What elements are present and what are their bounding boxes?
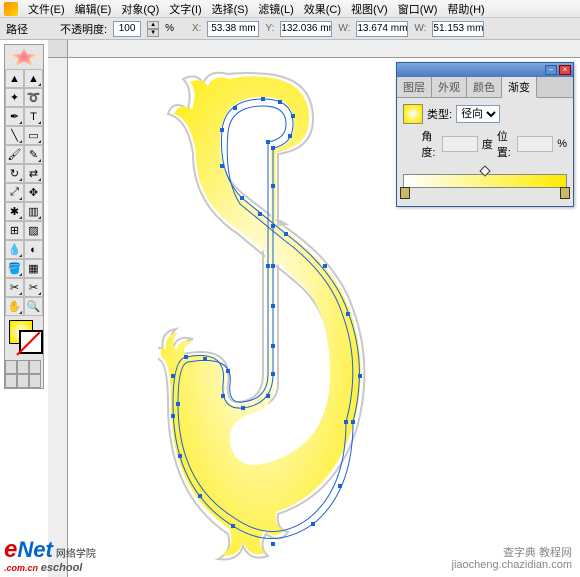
gradient-stop-right[interactable] <box>560 187 570 199</box>
stroke-swatch[interactable] <box>19 330 43 354</box>
toolbox: ▲▲ ✦➰ ✒T ╲▭ 🖌✎ ↻⇄ ⤢✥ ✱▥ ⊞▨ 💧◐ 🪣▦ ✂✂ ✋🔍 <box>4 44 44 389</box>
menu-help[interactable]: 帮助(H) <box>443 1 488 17</box>
gradient-panel[interactable]: – × 图层 外观 颜色 渐变 类型: 径向 角度: 度 位置: % <box>396 62 574 207</box>
color-mode-row <box>5 360 43 374</box>
gradient-angle-label: 角度: <box>421 128 437 160</box>
gradient-tool[interactable]: ▨ <box>24 221 43 240</box>
gradient-angle-unit: 度 <box>482 136 493 152</box>
y-label: Y: <box>265 23 274 34</box>
rectangle-tool[interactable]: ▭ <box>24 126 43 145</box>
h-input[interactable] <box>432 21 484 37</box>
color-mode-gradient[interactable] <box>17 360 29 374</box>
gradient-ramp-area <box>397 170 573 206</box>
hand-tool[interactable]: ✋ <box>5 297 24 316</box>
eyedropper-tool[interactable]: 💧 <box>5 240 24 259</box>
selection-tool[interactable]: ▲ <box>5 69 24 88</box>
gradient-location-label: 位置: <box>497 128 513 160</box>
ruler-corner <box>48 40 68 58</box>
panel-body: 类型: 径向 角度: 度 位置: % <box>397 98 573 170</box>
live-paint-select-tool[interactable]: ▦ <box>24 259 43 278</box>
ruler-horizontal[interactable] <box>68 40 580 58</box>
menu-effect[interactable]: 效果(C) <box>300 1 345 17</box>
menu-filter[interactable]: 滤镜(L) <box>254 1 297 17</box>
menu-view[interactable]: 视图(V) <box>347 1 392 17</box>
w-label: W: <box>338 23 350 34</box>
slice-tool[interactable]: ✂ <box>5 278 24 297</box>
panel-tabs: 图层 外观 颜色 渐变 <box>397 77 573 98</box>
tab-layers[interactable]: 图层 <box>397 77 432 97</box>
menu-window[interactable]: 窗口(W) <box>394 1 442 17</box>
w-input[interactable] <box>356 21 408 37</box>
tab-appearance[interactable]: 外观 <box>432 77 467 97</box>
gradient-type-select[interactable]: 径向 <box>456 105 500 123</box>
screen-mode-full-menu[interactable] <box>17 374 29 388</box>
opacity-input[interactable] <box>113 21 141 37</box>
y-input[interactable] <box>280 21 332 37</box>
graph-tool[interactable]: ▥ <box>24 202 43 221</box>
ruler-vertical[interactable] <box>48 58 68 577</box>
color-mode-none[interactable] <box>29 360 41 374</box>
scissors-tool[interactable]: ✂ <box>24 278 43 297</box>
zoom-tool[interactable]: 🔍 <box>24 297 43 316</box>
menu-object[interactable]: 对象(Q) <box>117 1 163 17</box>
mesh-tool[interactable]: ⊞ <box>5 221 24 240</box>
rotate-tool[interactable]: ↻ <box>5 164 24 183</box>
menu-select[interactable]: 选择(S) <box>208 1 253 17</box>
tab-gradient[interactable]: 渐变 <box>502 77 537 98</box>
free-transform-tool[interactable]: ✥ <box>24 183 43 202</box>
pencil-tool[interactable]: ✎ <box>24 145 43 164</box>
blend-tool[interactable]: ◐ <box>24 240 43 259</box>
lasso-tool[interactable]: ➰ <box>24 88 43 107</box>
s-letter-artwork[interactable] <box>158 64 388 564</box>
flower-icon <box>9 48 39 66</box>
screen-mode-normal[interactable] <box>5 374 17 388</box>
gradient-type-label: 类型: <box>427 106 452 122</box>
scale-tool[interactable]: ⤢ <box>5 183 24 202</box>
mode-label: 路径 <box>6 21 28 37</box>
x-label: X: <box>192 23 201 34</box>
color-mode-solid[interactable] <box>5 360 17 374</box>
menu-edit[interactable]: 编辑(E) <box>71 1 116 17</box>
gradient-preview-swatch[interactable] <box>403 104 423 124</box>
gradient-location-input[interactable] <box>517 136 553 152</box>
paintbrush-tool[interactable]: 🖌 <box>5 145 24 164</box>
h-label: W: <box>414 23 426 34</box>
watermark-enet: eNet 网络学院 .com.cn eschool <box>4 536 96 573</box>
screen-mode-row <box>5 374 43 388</box>
direct-selection-tool[interactable]: ▲ <box>24 69 43 88</box>
gradient-location-unit: % <box>557 138 567 150</box>
opacity-unit: % <box>165 23 174 34</box>
magic-wand-tool[interactable]: ✦ <box>5 88 24 107</box>
fill-stroke-indicator[interactable] <box>5 316 43 360</box>
panel-titlebar[interactable]: – × <box>397 63 573 77</box>
tab-color[interactable]: 颜色 <box>467 77 502 97</box>
panel-minimize-button[interactable]: – <box>545 65 557 75</box>
screen-mode-full[interactable] <box>29 374 41 388</box>
reflect-tool[interactable]: ⇄ <box>24 164 43 183</box>
symbol-sprayer-tool[interactable]: ✱ <box>5 202 24 221</box>
watermark-chazidian: 查字典 教程网 jiaocheng.chazidian.com <box>452 547 572 571</box>
toolbox-header <box>5 45 43 69</box>
app-logo-icon <box>4 2 18 16</box>
x-input[interactable] <box>207 21 259 37</box>
pen-tool[interactable]: ✒ <box>5 107 24 126</box>
panel-close-button[interactable]: × <box>559 65 571 75</box>
menu-bar: 文件(E) 编辑(E) 对象(Q) 文字(I) 选择(S) 滤镜(L) 效果(C… <box>0 0 580 18</box>
menu-file[interactable]: 文件(E) <box>24 1 69 17</box>
gradient-stop-left[interactable] <box>400 187 410 199</box>
type-tool[interactable]: T <box>24 107 43 126</box>
options-bar: 路径 不透明度: ▲▼ % X: Y: W: W: <box>0 18 580 40</box>
gradient-ramp[interactable] <box>403 174 567 188</box>
line-tool[interactable]: ╲ <box>5 126 24 145</box>
opacity-label: 不透明度: <box>60 21 107 37</box>
opacity-stepper[interactable]: ▲▼ <box>147 21 159 37</box>
gradient-angle-input[interactable] <box>442 136 478 152</box>
live-paint-tool[interactable]: 🪣 <box>5 259 24 278</box>
menu-type[interactable]: 文字(I) <box>165 1 205 17</box>
s-fill <box>161 76 361 555</box>
